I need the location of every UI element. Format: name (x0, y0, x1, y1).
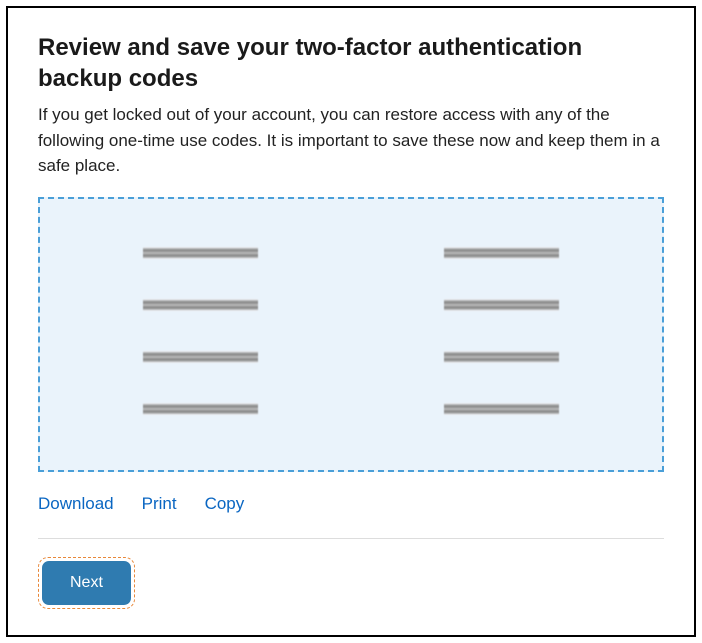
copy-button[interactable]: Copy (205, 494, 245, 514)
print-button[interactable]: Print (142, 494, 177, 514)
page-description: If you get locked out of your account, y… (38, 102, 664, 179)
backup-code (143, 403, 258, 415)
backup-code (444, 351, 559, 363)
backup-codes-grid (80, 247, 622, 415)
backup-codes-dialog: Review and save your two-factor authenti… (6, 6, 696, 637)
next-button-highlight: Next (38, 557, 135, 609)
codes-column-left (143, 247, 258, 415)
codes-column-right (444, 247, 559, 415)
backup-codes-box (38, 197, 664, 472)
code-actions: Download Print Copy (38, 494, 664, 514)
download-button[interactable]: Download (38, 494, 114, 514)
backup-code (143, 247, 258, 259)
backup-code (444, 247, 559, 259)
backup-code (444, 299, 559, 311)
backup-code (444, 403, 559, 415)
divider (38, 538, 664, 539)
page-title: Review and save your two-factor authenti… (38, 32, 664, 94)
backup-code (143, 299, 258, 311)
backup-code (143, 351, 258, 363)
next-button[interactable]: Next (42, 561, 131, 605)
